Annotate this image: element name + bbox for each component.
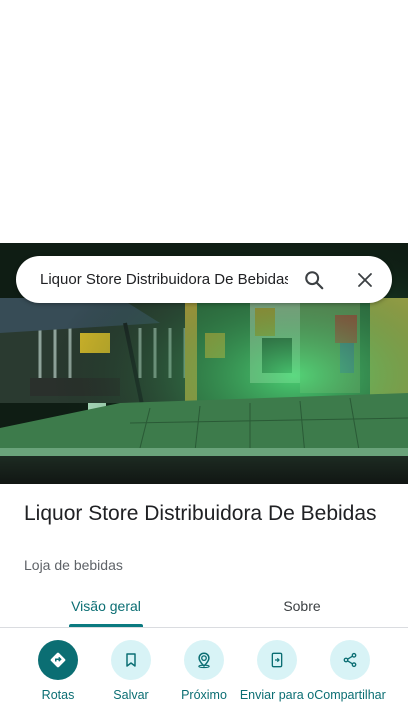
tab-bar: Visão geral Sobre bbox=[0, 585, 408, 628]
send-to-phone-label: Enviar para o bbox=[239, 688, 315, 702]
close-icon[interactable] bbox=[352, 267, 378, 293]
send-to-phone-icon bbox=[257, 640, 297, 680]
nearby-icon bbox=[184, 640, 224, 680]
directions-icon bbox=[38, 640, 78, 680]
directions-button[interactable]: Rotas bbox=[18, 640, 98, 702]
action-row: Rotas Salvar Próximo Enviar para o Compa… bbox=[0, 640, 408, 726]
save-label: Salvar bbox=[113, 688, 149, 702]
active-tab-indicator bbox=[69, 624, 143, 627]
nearby-button[interactable]: Próximo bbox=[164, 640, 244, 702]
directions-label: Rotas bbox=[41, 688, 75, 702]
share-icon bbox=[330, 640, 370, 680]
share-button[interactable]: Compartilhar bbox=[310, 640, 390, 702]
tab-about[interactable]: Sobre bbox=[228, 585, 376, 627]
bookmark-icon bbox=[111, 640, 151, 680]
search-input[interactable] bbox=[40, 264, 288, 295]
nearby-label: Próximo bbox=[181, 688, 227, 702]
place-category: Loja de bebidas bbox=[24, 557, 123, 573]
search-bar[interactable] bbox=[16, 256, 392, 303]
place-title: Liquor Store Distribuidora De Bebidas bbox=[24, 502, 377, 525]
tab-overview[interactable]: Visão geral bbox=[32, 585, 180, 627]
search-icon[interactable] bbox=[301, 267, 327, 293]
send-to-phone-button[interactable]: Enviar para o bbox=[237, 640, 317, 702]
share-label: Compartilhar bbox=[314, 688, 386, 702]
save-button[interactable]: Salvar bbox=[91, 640, 171, 702]
